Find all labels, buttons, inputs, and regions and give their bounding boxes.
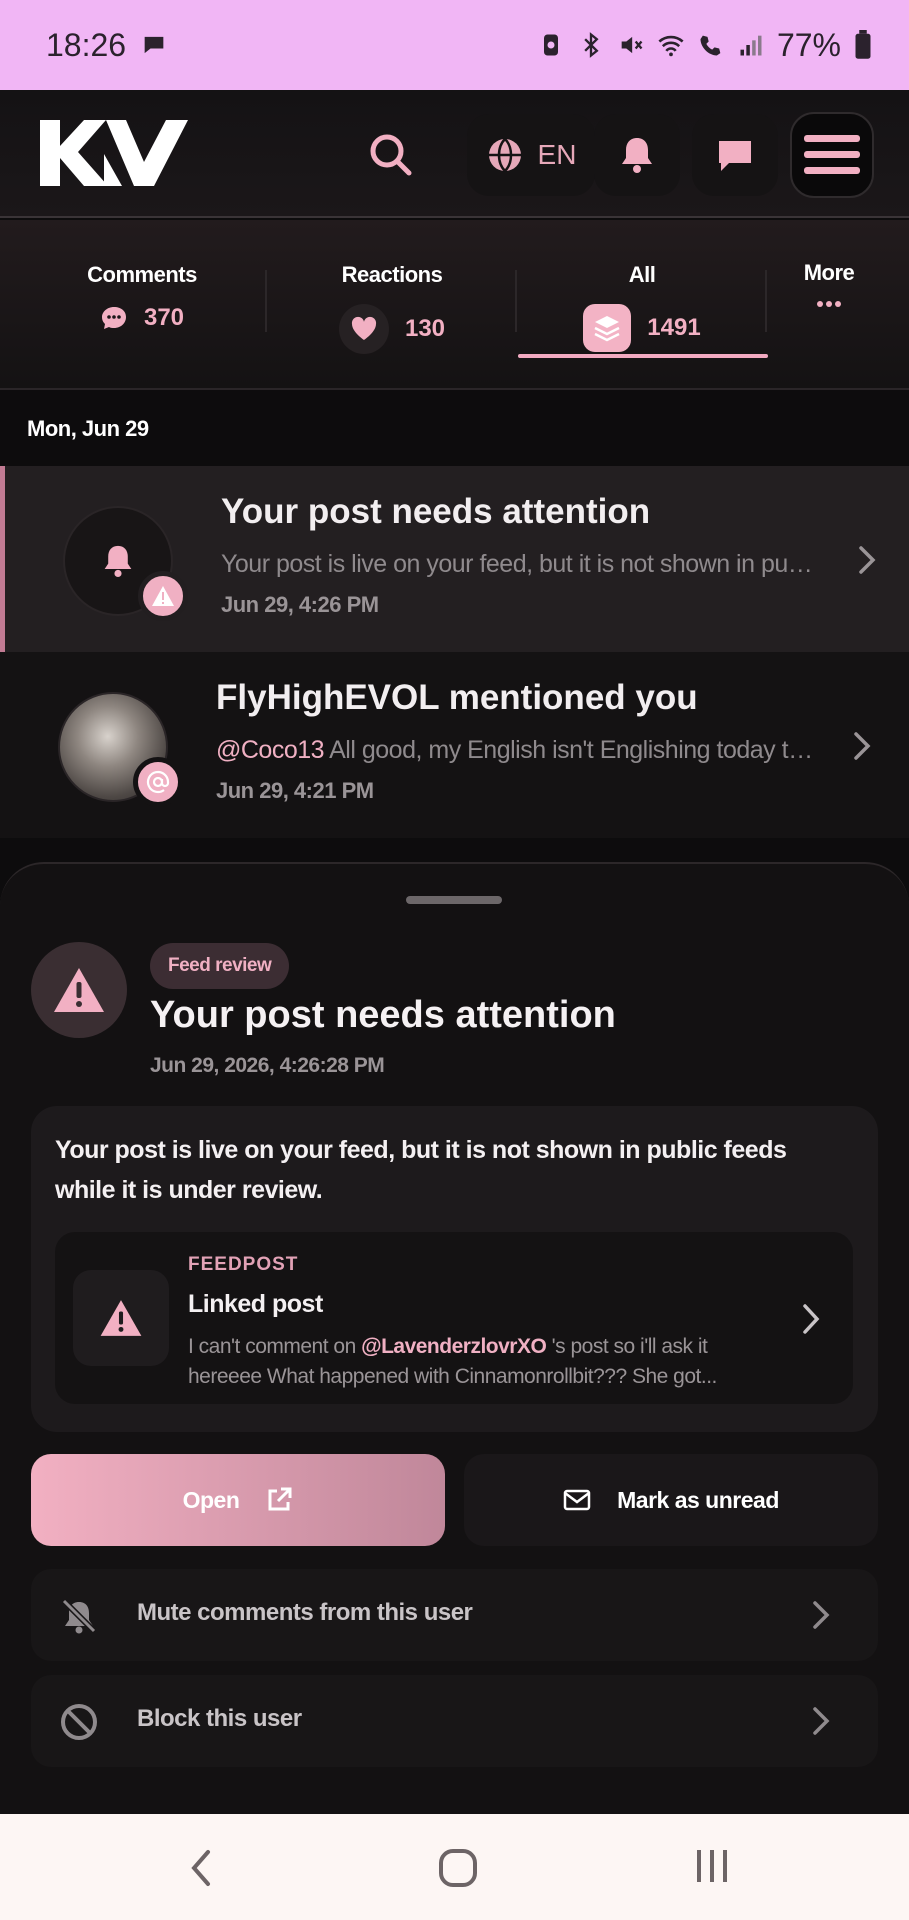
- sheet-title: Your post needs attention: [150, 994, 616, 1036]
- notification-detail-sheet: Feed review Your post needs attention Ju…: [0, 862, 909, 1814]
- system-nav-bar: [0, 1814, 909, 1920]
- notification-tabs: Comments 370 Reactions 130 All 1491 More: [0, 220, 909, 390]
- recents-icon[interactable]: [694, 1848, 730, 1884]
- excerpt-text: I can't comment on: [188, 1335, 362, 1358]
- block-user-row[interactable]: Block this user: [31, 1675, 878, 1767]
- active-tab-indicator: [518, 354, 768, 358]
- notification-time: Jun 29, 4:26 PM: [221, 592, 379, 617]
- tab-label: Comments: [87, 262, 197, 287]
- chevron-right-icon: [813, 1707, 830, 1735]
- language-button[interactable]: EN: [467, 114, 595, 196]
- mark-unread-label: Mark as unread: [617, 1486, 779, 1513]
- tab-label: More: [803, 260, 855, 285]
- message-card: Your post is live on your feed, but it i…: [31, 1106, 878, 1432]
- category-badge: Feed review: [150, 943, 290, 989]
- notification-body: All good, my English isn't Englishing to…: [324, 736, 816, 764]
- status-bar: 18:26 77%: [0, 0, 909, 90]
- tab-count: 1491: [647, 314, 701, 341]
- warning-icon: [152, 586, 174, 606]
- bell-off-icon: [61, 1598, 97, 1634]
- block-icon: [61, 1704, 97, 1740]
- chevron-right-icon: [813, 1601, 830, 1629]
- chevron-right-icon: [803, 1304, 820, 1334]
- linked-post-card[interactable]: FEEDPOST Linked post I can't comment on …: [55, 1232, 853, 1404]
- mark-unread-button[interactable]: Mark as unread: [464, 1454, 878, 1546]
- tab-label: All: [628, 262, 656, 287]
- heart-icon: [338, 304, 389, 354]
- sheet-icon: [31, 942, 127, 1038]
- mention-link[interactable]: @LavenderzlovrXO: [361, 1335, 547, 1358]
- notification-text: Your post is live on your feed, but it i…: [221, 550, 821, 578]
- battery-icon: [855, 30, 871, 59]
- hamburger-icon: [804, 135, 860, 174]
- notification-text: @Coco13 All good, my English isn't Engli…: [216, 736, 816, 765]
- warning-icon: [54, 968, 104, 1012]
- back-icon[interactable]: [186, 1848, 216, 1888]
- bluetooth-icon: [584, 32, 599, 58]
- bell-icon: [104, 545, 132, 577]
- messages-button[interactable]: [692, 114, 778, 196]
- comment-icon: [101, 307, 126, 329]
- chevron-right-icon: [859, 546, 876, 574]
- kv-logo[interactable]: [34, 118, 192, 188]
- search-icon[interactable]: [366, 130, 416, 180]
- signal-icon: [740, 35, 762, 56]
- warning-badge: [138, 571, 188, 621]
- tab-divider: [265, 270, 267, 332]
- wifi-icon: [658, 35, 684, 57]
- mute-icon: [621, 36, 643, 54]
- bell-icon: [622, 138, 652, 173]
- app-header: EN: [0, 90, 909, 218]
- status-time: 18:26: [46, 26, 127, 63]
- tab-count: 130: [404, 315, 446, 342]
- layers-icon: [583, 304, 632, 352]
- notification-title: FlyHighEVOL mentioned you: [216, 678, 698, 717]
- open-button-label: Open: [182, 1486, 240, 1513]
- external-link-icon: [268, 1487, 292, 1511]
- tab-more[interactable]: More: [729, 260, 909, 308]
- battery-percentage: 77%: [776, 26, 841, 63]
- wifi-call-icon: [700, 35, 721, 56]
- more-icon: [817, 301, 841, 307]
- chat-bubble-icon: [144, 36, 164, 54]
- open-button[interactable]: Open: [31, 1454, 445, 1546]
- sheet-drag-handle[interactable]: [406, 896, 502, 904]
- warning-icon: [100, 1300, 142, 1336]
- linked-post-excerpt: I can't comment on @LavenderzlovrXO 's p…: [188, 1332, 728, 1392]
- tab-count: 370: [143, 304, 185, 331]
- mention-badge: [133, 757, 183, 807]
- home-icon[interactable]: [438, 1848, 478, 1888]
- sheet-timestamp: Jun 29, 2026, 4:26:28 PM: [150, 1054, 385, 1077]
- chevron-right-icon: [854, 732, 871, 760]
- language-label: EN: [537, 139, 577, 170]
- at-icon: [146, 770, 170, 794]
- recycle-icon: [543, 34, 558, 56]
- tab-all[interactable]: All 1491: [542, 262, 742, 352]
- tab-divider: [515, 270, 517, 332]
- envelope-icon: [563, 1489, 591, 1511]
- notification-time: Jun 29, 4:21 PM: [216, 778, 374, 803]
- date-header: Mon, Jun 29: [0, 392, 909, 466]
- mention-link[interactable]: @Coco13: [216, 736, 325, 764]
- linked-post-kicker: FEEDPOST: [188, 1254, 299, 1275]
- tab-reactions[interactable]: Reactions 130: [292, 262, 492, 354]
- message-text: Your post is live on your feed, but it i…: [55, 1136, 787, 1204]
- globe-icon: [488, 138, 521, 172]
- tab-label: Reactions: [341, 262, 443, 287]
- linked-post-title: Linked post: [188, 1290, 323, 1318]
- message-icon: [719, 141, 751, 171]
- notification-item[interactable]: FlyHighEVOL mentioned you @Coco13 All go…: [0, 652, 909, 838]
- mute-comments-label: Mute comments from this user: [137, 1599, 473, 1626]
- notifications-button[interactable]: [594, 114, 680, 196]
- block-user-label: Block this user: [137, 1705, 302, 1732]
- notification-item[interactable]: Your post needs attention Your post is l…: [0, 466, 909, 652]
- notification-title: Your post needs attention: [221, 492, 651, 531]
- mute-comments-row[interactable]: Mute comments from this user: [31, 1569, 878, 1661]
- linked-post-icon: [73, 1270, 169, 1366]
- tab-comments[interactable]: Comments 370: [42, 262, 242, 332]
- menu-button[interactable]: [790, 112, 874, 198]
